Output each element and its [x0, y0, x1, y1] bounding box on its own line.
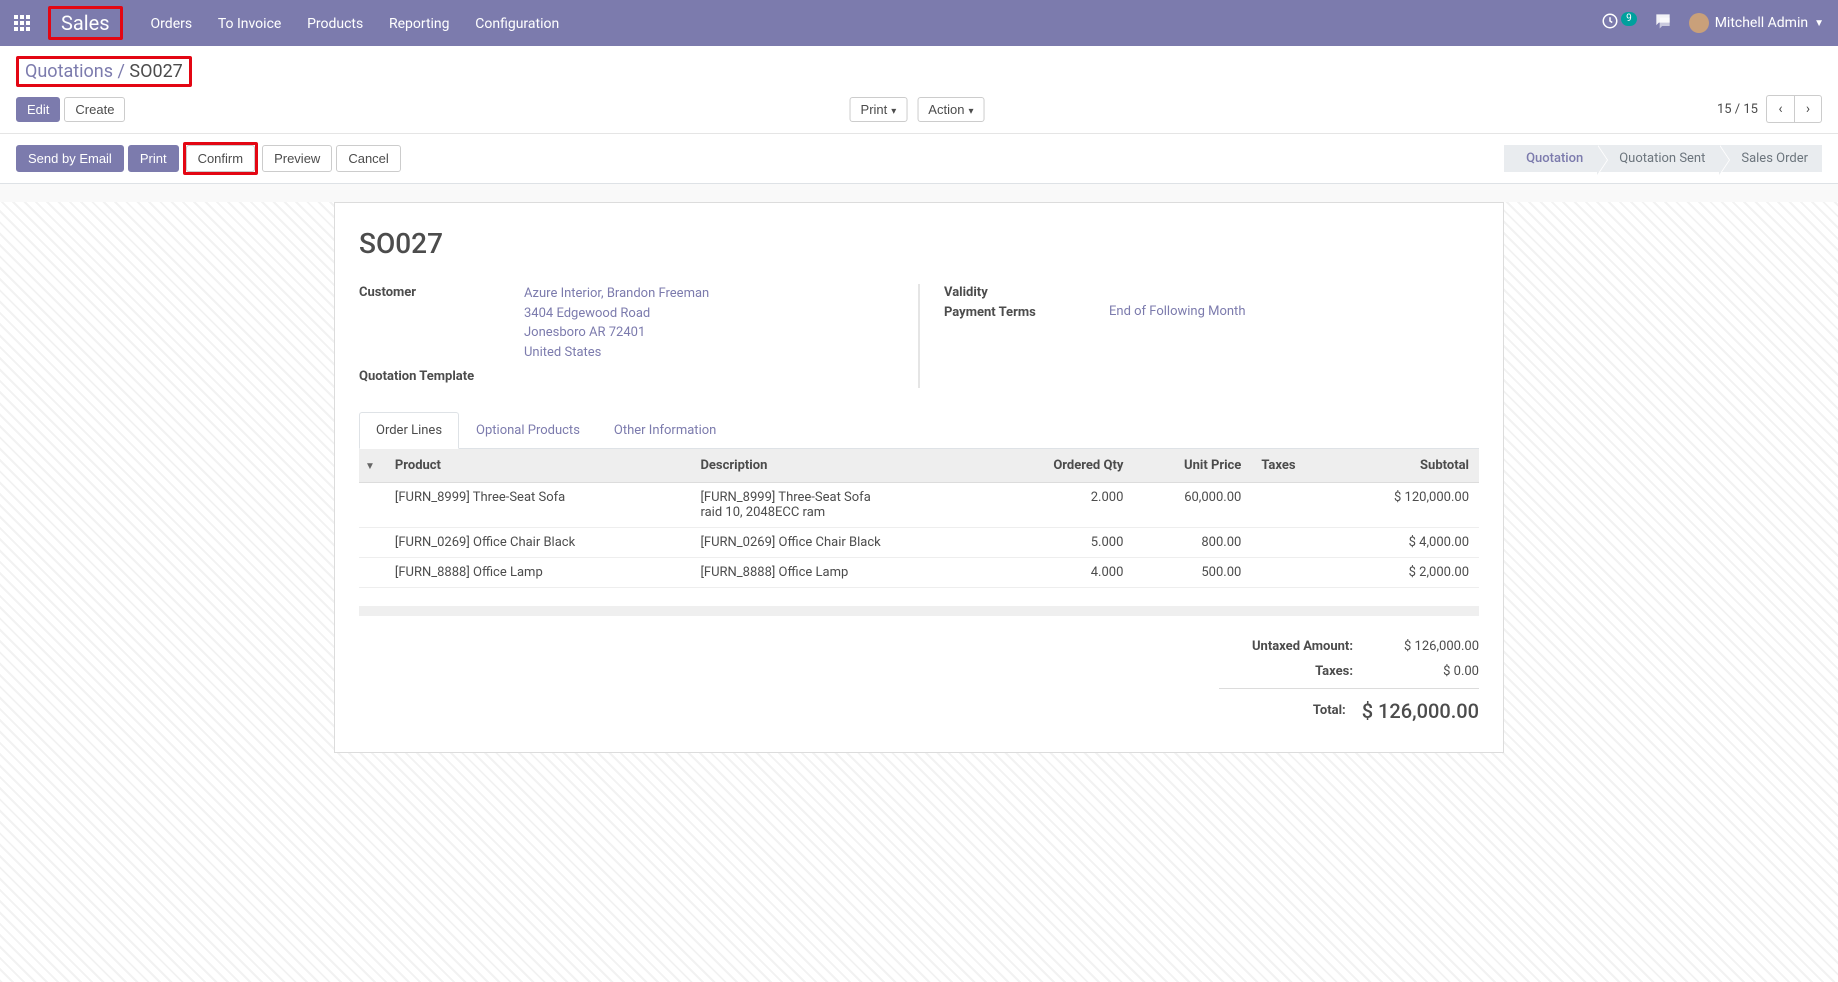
value-total: $ 126,000.00 — [1362, 699, 1479, 723]
status-sales-order[interactable]: Sales Order — [1719, 145, 1822, 172]
breadcrumb-sep: / — [113, 61, 129, 82]
cell-subtotal: $ 2,000.00 — [1334, 558, 1479, 588]
cell-product: [FURN_0269] Office Chair Black — [385, 528, 691, 558]
tab-order-lines[interactable]: Order Lines — [359, 412, 459, 449]
cell-taxes — [1251, 483, 1334, 528]
col-product[interactable]: Product — [385, 449, 691, 483]
customer-name: Azure Interior, Brandon Freeman — [524, 284, 894, 304]
customer-addr2: Jonesboro AR 72401 — [524, 323, 894, 343]
chat-icon[interactable] — [1653, 11, 1673, 35]
label-taxes: Taxes: — [1219, 664, 1353, 679]
menu-reporting[interactable]: Reporting — [389, 16, 450, 32]
cell-subtotal: $ 4,000.00 — [1334, 528, 1479, 558]
col-subtotal[interactable]: Subtotal — [1334, 449, 1479, 483]
cell-taxes — [1251, 528, 1334, 558]
app-brand[interactable]: Sales — [48, 6, 123, 40]
status-quotation-sent[interactable]: Quotation Sent — [1597, 145, 1719, 172]
action-dropdown[interactable]: Action — [917, 97, 984, 122]
action-bar: Send by Email Print Confirm Preview Canc… — [0, 134, 1838, 184]
tab-other-information[interactable]: Other Information — [597, 412, 733, 449]
main-menu: Orders To Invoice Products Reporting Con… — [151, 14, 582, 32]
table-row[interactable]: [FURN_8999] Three-Seat Sofa[FURN_8999] T… — [359, 483, 1479, 528]
label-untaxed: Untaxed Amount: — [1219, 639, 1353, 654]
tab-optional-products[interactable]: Optional Products — [459, 412, 597, 449]
table-row[interactable]: [FURN_8888] Office Lamp[FURN_8888] Offic… — [359, 558, 1479, 588]
pager-next[interactable]: › — [1794, 95, 1822, 123]
col-unit-price[interactable]: Unit Price — [1133, 449, 1251, 483]
col-qty[interactable]: Ordered Qty — [996, 449, 1133, 483]
preview-button[interactable]: Preview — [262, 145, 332, 172]
cell-product: [FURN_8999] Three-Seat Sofa — [385, 483, 691, 528]
create-button[interactable]: Create — [64, 97, 125, 122]
top-nav: Sales Orders To Invoice Products Reporti… — [0, 0, 1838, 46]
menu-orders[interactable]: Orders — [151, 16, 193, 32]
label-payment-terms: Payment Terms — [944, 304, 1109, 320]
order-lines-table: ▼ Product Description Ordered Qty Unit P… — [359, 449, 1479, 588]
label-customer: Customer — [359, 284, 524, 300]
pager-text: 15 / 15 — [1717, 102, 1758, 117]
cell-taxes — [1251, 558, 1334, 588]
menu-configuration[interactable]: Configuration — [475, 16, 559, 32]
print-button[interactable]: Print — [128, 145, 179, 172]
form-sheet: SO027 Customer Azure Interior, Brandon F… — [334, 202, 1504, 753]
separator-bar — [359, 606, 1479, 616]
chevron-down-icon[interactable]: ▼ — [365, 461, 375, 472]
cell-description: [FURN_0269] Office Chair Black — [690, 528, 996, 558]
cell-subtotal: $ 120,000.00 — [1334, 483, 1479, 528]
cell-description: [FURN_8999] Three-Seat Sofaraid 10, 2048… — [690, 483, 996, 528]
cell-price: 800.00 — [1133, 528, 1251, 558]
cell-description: [FURN_8888] Office Lamp — [690, 558, 996, 588]
breadcrumb-current: SO027 — [129, 61, 182, 82]
send-email-button[interactable]: Send by Email — [16, 145, 124, 172]
cell-qty: 2.000 — [996, 483, 1133, 528]
control-bar: Quotations / SO027 Edit Create Print Act… — [0, 46, 1838, 134]
pager-prev[interactable]: ‹ — [1766, 95, 1794, 123]
edit-button[interactable]: Edit — [16, 97, 60, 122]
menu-to-invoice[interactable]: To Invoice — [218, 16, 282, 32]
user-menu[interactable]: Mitchell Admin ▼ — [1689, 13, 1824, 33]
value-taxes: $ 0.00 — [1369, 664, 1479, 679]
field-customer[interactable]: Azure Interior, Brandon Freeman 3404 Edg… — [524, 284, 894, 362]
customer-addr3: United States — [524, 343, 894, 363]
breadcrumb: Quotations / SO027 — [16, 56, 192, 87]
activity-icon[interactable]: 9 — [1601, 12, 1636, 34]
cell-price: 500.00 — [1133, 558, 1251, 588]
col-description[interactable]: Description — [690, 449, 996, 483]
cell-price: 60,000.00 — [1133, 483, 1251, 528]
cancel-button[interactable]: Cancel — [336, 145, 400, 172]
notebook-tabs: Order Lines Optional Products Other Info… — [359, 412, 1479, 449]
totals-block: Untaxed Amount: $ 126,000.00 Taxes: $ 0.… — [1219, 634, 1479, 728]
col-taxes[interactable]: Taxes — [1251, 449, 1334, 483]
apps-icon[interactable] — [14, 15, 30, 31]
confirm-button[interactable]: Confirm — [186, 145, 256, 172]
menu-products[interactable]: Products — [307, 16, 363, 32]
value-untaxed: $ 126,000.00 — [1369, 639, 1479, 654]
label-total: Total: — [1219, 699, 1346, 723]
status-quotation[interactable]: Quotation — [1504, 145, 1597, 172]
record-name: SO027 — [359, 227, 1479, 260]
cell-product: [FURN_8888] Office Lamp — [385, 558, 691, 588]
cell-qty: 5.000 — [996, 528, 1133, 558]
field-payment-terms[interactable]: End of Following Month — [1109, 304, 1479, 319]
breadcrumb-parent[interactable]: Quotations — [25, 61, 113, 82]
chevron-down-icon: ▼ — [1814, 18, 1824, 29]
status-bar: Quotation Quotation Sent Sales Order — [1504, 145, 1822, 172]
customer-addr1: 3404 Edgewood Road — [524, 304, 894, 324]
print-dropdown[interactable]: Print — [850, 97, 908, 122]
cell-qty: 4.000 — [996, 558, 1133, 588]
label-validity: Validity — [944, 284, 1109, 300]
table-row[interactable]: [FURN_0269] Office Chair Black[FURN_0269… — [359, 528, 1479, 558]
label-quotation-template: Quotation Template — [359, 368, 524, 384]
activity-badge: 9 — [1621, 12, 1637, 26]
avatar — [1689, 13, 1709, 33]
user-name: Mitchell Admin — [1715, 15, 1808, 31]
